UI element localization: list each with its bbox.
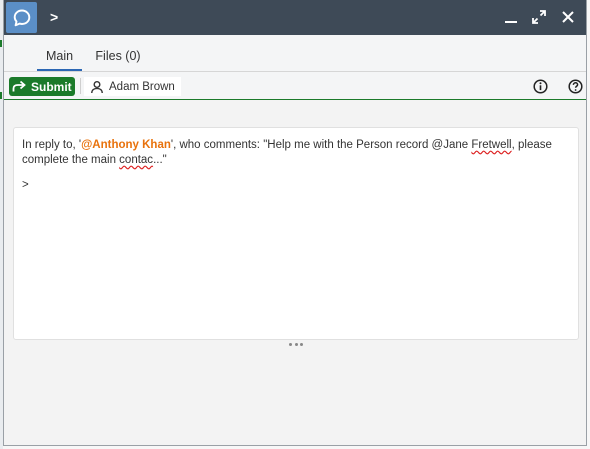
assignee-selector[interactable]: Adam Brown [84, 77, 181, 96]
close-icon [562, 11, 574, 23]
chat-bubble-icon [6, 2, 37, 33]
toolbar: Submit Adam Brown [4, 72, 586, 100]
reply-quote: In reply to, '@Anthony Khan', who commen… [22, 138, 570, 168]
mention-link[interactable]: @Anthony Khan [81, 139, 171, 151]
tab-main[interactable]: Main [37, 35, 82, 71]
reply-prefix: In reply to, ' [22, 139, 82, 151]
tab-bar: Main Files (0) [4, 35, 586, 72]
minimize-button[interactable] [502, 8, 520, 26]
background-marker [0, 92, 2, 99]
reply-text: ', who comments: "Help me with the Perso… [170, 139, 472, 151]
background-marker [0, 40, 2, 47]
misspelled-word: contac [119, 154, 154, 166]
expand-button[interactable] [530, 8, 548, 26]
reply-window: > Main Files (0) Submit Adam Brown In re… [3, 0, 587, 446]
tab-files[interactable]: Files (0) [91, 35, 145, 70]
submit-button[interactable]: Submit [9, 77, 75, 96]
assignee-name: Adam Brown [109, 80, 175, 93]
expand-icon [532, 10, 546, 24]
minimize-icon [505, 21, 517, 23]
submit-label: Submit [31, 79, 72, 94]
tab-main-label: Main [45, 49, 74, 63]
reply-text: ..." [153, 154, 167, 166]
help-icon[interactable] [568, 79, 583, 94]
title-bar[interactable]: > [4, 0, 586, 35]
close-button[interactable] [559, 8, 577, 26]
resize-handle[interactable] [289, 343, 303, 347]
window-title: > [50, 9, 59, 25]
current-input-line[interactable]: > [22, 178, 570, 193]
share-arrow-icon [12, 80, 26, 92]
info-icon[interactable] [533, 79, 548, 94]
toolbar-divider [80, 78, 81, 94]
misspelled-word: Fretwell [471, 139, 512, 151]
reply-editor[interactable]: In reply to, '@Anthony Khan', who commen… [13, 127, 579, 340]
tab-files-label: Files (0) [95, 49, 141, 63]
person-icon [91, 80, 103, 93]
